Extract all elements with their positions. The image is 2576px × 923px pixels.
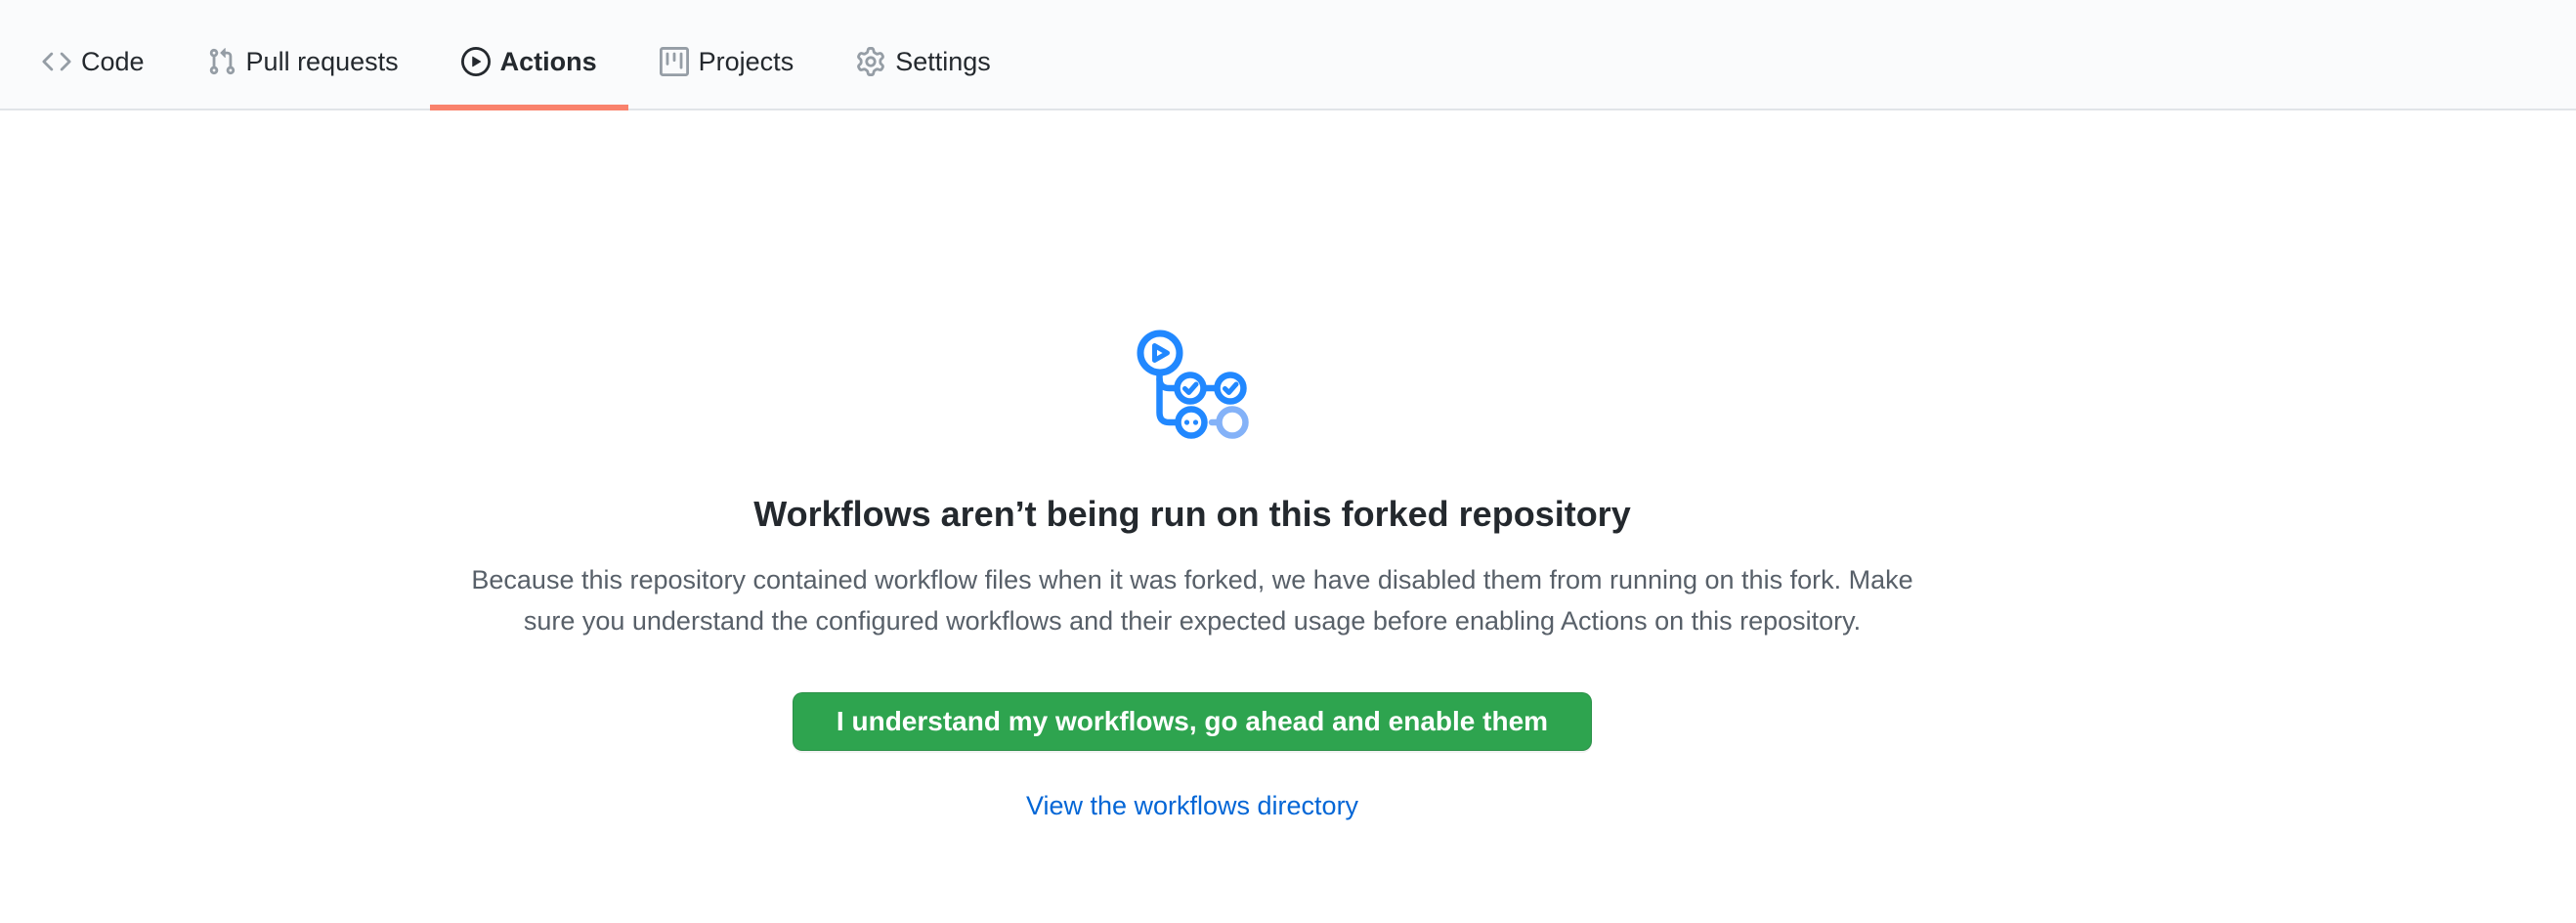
workflows-directory-link-row: View the workflows directory (0, 786, 2384, 825)
repository-actions-page: Code Pull requests Actions Projects (0, 0, 2576, 923)
project-board-icon (660, 47, 689, 76)
tab-actions-label: Actions (500, 47, 597, 76)
tab-settings[interactable]: Settings (825, 0, 1022, 109)
git-pull-request-icon (207, 47, 236, 76)
tab-actions[interactable]: Actions (430, 0, 628, 109)
code-icon (42, 47, 71, 76)
blankslate-description: Because this repository contained workfl… (362, 559, 2023, 641)
tab-code-label: Code (81, 47, 145, 76)
gear-icon (856, 47, 885, 76)
tab-pull-requests[interactable]: Pull requests (176, 0, 430, 109)
description-line-2: sure you understand the configured workf… (362, 600, 2023, 641)
blankslate-heading: Workflows aren’t being run on this forke… (0, 489, 2384, 540)
workflow-graph-icon (0, 330, 2384, 444)
description-line-1: Because this repository contained workfl… (362, 559, 2023, 600)
actions-disabled-blankslate: Workflows aren’t being run on this forke… (0, 330, 2384, 825)
view-workflows-directory-link[interactable]: View the workflows directory (1026, 791, 1358, 820)
enable-workflows-button[interactable]: I understand my workflows, go ahead and … (793, 692, 1592, 751)
play-circle-icon (461, 47, 491, 76)
repo-tab-nav: Code Pull requests Actions Projects (0, 0, 2576, 110)
active-tab-underline (430, 105, 628, 110)
tab-code[interactable]: Code (11, 0, 176, 109)
tab-projects[interactable]: Projects (628, 0, 826, 109)
tab-pull-requests-label: Pull requests (246, 47, 399, 76)
tab-projects-label: Projects (699, 47, 794, 76)
tab-settings-label: Settings (895, 47, 991, 76)
